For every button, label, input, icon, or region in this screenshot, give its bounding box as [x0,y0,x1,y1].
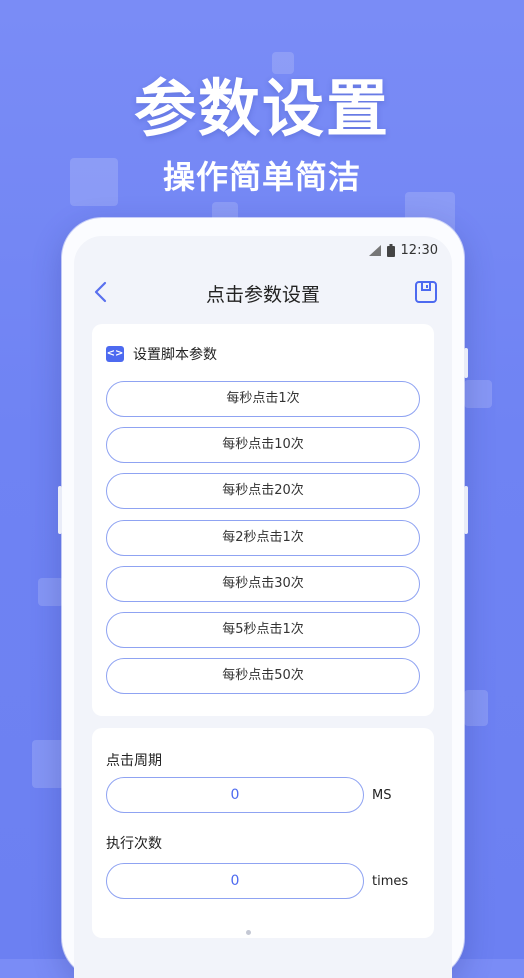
status-bar: 12:30 [368,240,438,260]
click-period-input[interactable]: 0 [106,777,364,813]
save-button[interactable] [414,280,438,304]
option-button-1[interactable]: 每秒点击1次 [106,381,420,417]
phone-side-button [464,348,468,378]
page-indicator-dot [246,930,251,935]
section-header: <> 设置脚本参数 [106,344,217,364]
hero-title: 参数设置 [133,72,390,145]
option-button-7[interactable]: 每秒点击50次 [106,658,420,694]
phone-side-button [58,486,62,534]
page-title: 点击参数设置 [205,284,320,306]
nav-bar: 点击参数设置 [74,272,452,312]
option-button-5[interactable]: 每秒点击30次 [106,566,420,602]
decor-square [38,578,64,606]
hero-subtitle: 操作简单简洁 [162,158,361,196]
script-params-card: <> 设置脚本参数 每秒点击1次 每秒点击10次 每秒点击20次 每2秒点击1次… [92,324,434,716]
app-screen: 12:30 点击参数设置 <> 设置脚本参数 每秒点击1次 每秒点击10次 每秒… [74,236,452,978]
status-time: 12:30 [400,242,438,258]
section-title: 设置脚本参数 [133,347,217,363]
phone-frame: 12:30 点击参数设置 <> 设置脚本参数 每秒点击1次 每秒点击10次 每秒… [58,218,468,978]
phone-side-button [464,486,468,534]
exec-count-label: 执行次数 [106,836,162,852]
exec-count-input[interactable]: 0 [106,863,364,899]
save-icon [415,281,437,303]
battery-icon [386,243,395,257]
signal-icon [368,244,381,256]
decor-square [464,380,492,408]
exec-count-unit: times [372,874,409,889]
option-button-6[interactable]: 每5秒点击1次 [106,612,420,648]
click-period-label: 点击周期 [106,753,162,769]
decor-square [32,740,66,788]
code-icon: <> [106,346,124,362]
click-period-unit: MS [372,788,392,803]
click-settings-card: 点击周期 0 MS 执行次数 0 times [92,728,434,938]
option-button-2[interactable]: 每秒点击10次 [106,427,420,463]
option-button-4[interactable]: 每2秒点击1次 [106,520,420,556]
decor-square [464,690,488,726]
option-button-3[interactable]: 每秒点击20次 [106,473,420,509]
